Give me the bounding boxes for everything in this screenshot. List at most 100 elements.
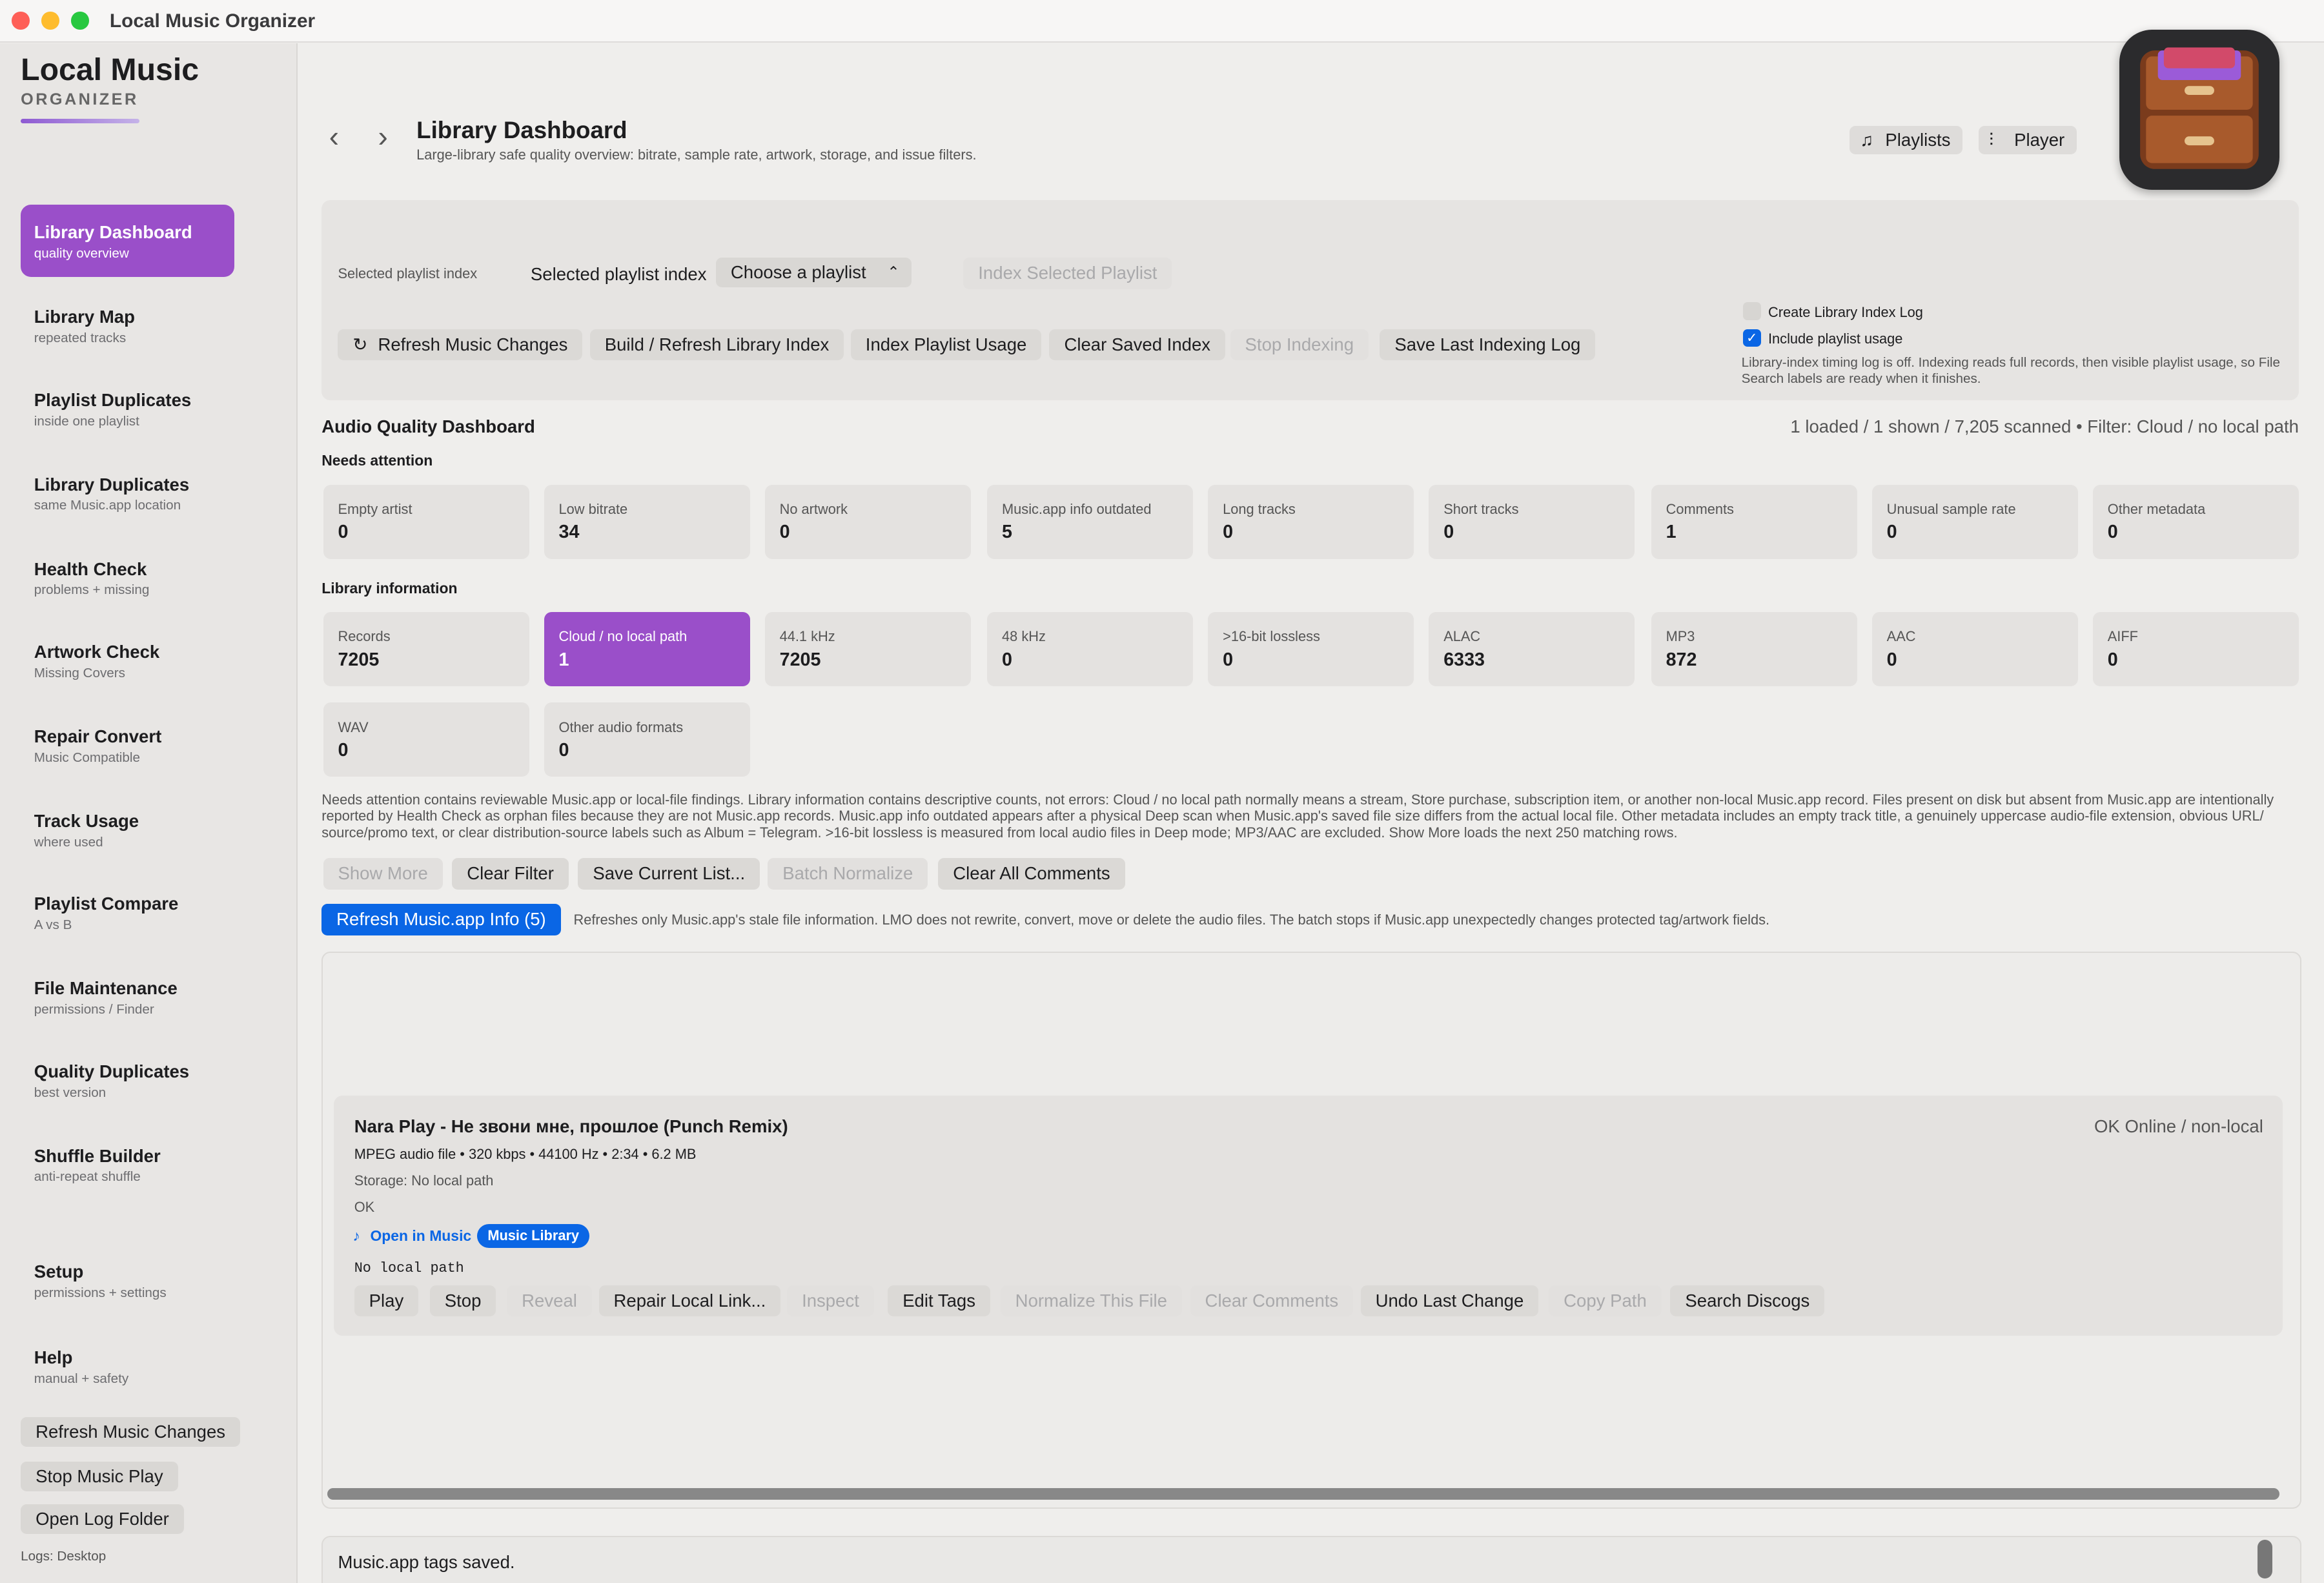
stat-card-no-artwork[interactable]: No artwork 0 <box>764 484 971 559</box>
back-arrow-icon[interactable]: ‹ <box>329 119 339 154</box>
sidebar-item-quality-duplicates[interactable]: Quality Duplicates best version <box>21 1043 234 1116</box>
stop-indexing-button[interactable]: Stop Indexing <box>1230 329 1369 360</box>
stop-button[interactable]: Stop <box>429 1285 496 1316</box>
refresh-music-changes-main-button[interactable]: ↻ Refresh Music Changes <box>338 329 583 360</box>
stat-card-unusual-sample-rate[interactable]: Unusual sample rate 0 <box>1871 484 2078 559</box>
sidebar-item-playlist-duplicates[interactable]: Playlist Duplicates inside one playlist <box>21 372 234 444</box>
sidebar-item-sublabel: manual + safety <box>34 1371 129 1386</box>
open-log-folder-button[interactable]: Open Log Folder <box>21 1504 184 1535</box>
stat-card-comments[interactable]: Comments 1 <box>1651 484 1857 559</box>
stat-label: Records <box>338 628 391 645</box>
build-library-index-button[interactable]: Build / Refresh Library Index <box>589 329 844 360</box>
log-output-area <box>321 1535 2301 1583</box>
repair-local-link-button[interactable]: Repair Local Link... <box>598 1285 781 1316</box>
sidebar-item-help[interactable]: Help manual + safety <box>21 1329 234 1402</box>
stat-value: 0 <box>1223 649 1234 670</box>
stat-label: 44.1 kHz <box>779 628 835 645</box>
create-library-index-log-checkbox[interactable] <box>1742 302 1761 320</box>
normalize-this-file-button[interactable]: Normalize This File <box>1000 1285 1182 1316</box>
stat-card-other-metadata[interactable]: Other metadata 0 <box>2092 484 2299 559</box>
sidebar-item-sublabel: quality overview <box>34 246 129 261</box>
index-playlist-usage-button[interactable]: Index Playlist Usage <box>850 329 1042 360</box>
stat-label: No artwork <box>779 501 848 517</box>
stop-music-play-button[interactable]: Stop Music Play <box>21 1461 178 1491</box>
stat-card-44khz[interactable]: 44.1 kHz 7205 <box>764 612 971 686</box>
log-message: Music.app tags saved. <box>338 1551 515 1572</box>
stat-card-other-formats[interactable]: Other audio formats 0 <box>544 702 750 777</box>
horizontal-scrollbar[interactable] <box>327 1488 2280 1500</box>
sidebar-item-health-check[interactable]: Health Check problems + missing <box>21 541 234 613</box>
track-path: No local path <box>354 1260 464 1276</box>
vertical-scrollbar[interactable] <box>2257 1540 2272 1579</box>
clear-all-comments-button[interactable]: Clear All Comments <box>938 858 1125 890</box>
batch-normalize-button[interactable]: Batch Normalize <box>768 858 928 890</box>
forward-arrow-icon[interactable]: › <box>378 119 387 154</box>
sidebar-item-label: Artwork Check <box>34 642 160 662</box>
playlist-select[interactable]: Choose a playlist ⌃ <box>715 258 912 288</box>
sidebar-item-shuffle-builder[interactable]: Shuffle Builder anti-repeat shuffle <box>21 1128 234 1200</box>
save-last-indexing-log-button[interactable]: Save Last Indexing Log <box>1380 329 1596 360</box>
search-discogs-button[interactable]: Search Discogs <box>1670 1285 1825 1316</box>
play-button[interactable]: Play <box>354 1285 419 1316</box>
track-title: Nara Play - Не звони мне, прошлое (Punch… <box>354 1116 788 1136</box>
refresh-music-app-info-button[interactable]: Refresh Music.app Info (5) <box>321 904 561 935</box>
track-meta: MPEG audio file • 320 kbps • 44100 Hz • … <box>354 1145 697 1162</box>
stat-label: Music.app info outdated <box>1002 501 1152 517</box>
include-playlist-usage-checkbox[interactable]: ✓ <box>1742 329 1761 347</box>
player-label: Player <box>2014 130 2065 150</box>
stat-card-records[interactable]: Records 7205 <box>323 612 529 686</box>
show-more-button[interactable]: Show More <box>323 858 443 890</box>
undo-last-change-button[interactable]: Undo Last Change <box>1360 1285 1539 1316</box>
stat-card-alac[interactable]: ALAC 6333 <box>1429 612 1635 686</box>
stat-card-aac[interactable]: AAC 0 <box>1871 612 2078 686</box>
index-selected-playlist-button[interactable]: Index Selected Playlist <box>963 258 1172 289</box>
clear-comments-button[interactable]: Clear Comments <box>1190 1285 1354 1316</box>
dashboard-explanation: Needs attention contains reviewable Musi… <box>321 792 2274 841</box>
copy-path-button[interactable]: Copy Path <box>1549 1285 1662 1316</box>
minimize-window-button[interactable] <box>41 12 59 30</box>
sidebar-item-sublabel: Music Compatible <box>34 750 140 765</box>
stat-value: 0 <box>558 739 569 761</box>
edit-tags-button[interactable]: Edit Tags <box>888 1285 990 1316</box>
stat-card-mp3[interactable]: MP3 872 <box>1651 612 1857 686</box>
chevron-updown-icon: ⌃ <box>887 263 900 281</box>
app-window: Local Music Organizer Local Music ORGANI… <box>0 0 2324 1583</box>
stat-value: 0 <box>1886 649 1897 670</box>
inspect-button[interactable]: Inspect <box>787 1285 874 1316</box>
open-in-music-link[interactable]: ♪ Open in Music <box>352 1227 471 1245</box>
stat-card-low-bitrate[interactable]: Low bitrate 34 <box>544 484 750 559</box>
stat-card-aiff[interactable]: AIFF 0 <box>2092 612 2299 686</box>
stat-card-wav[interactable]: WAV 0 <box>323 702 529 777</box>
save-current-list-button[interactable]: Save Current List... <box>578 858 760 890</box>
zoom-window-button[interactable] <box>71 12 89 30</box>
sidebar-item-library-dashboard[interactable]: Library Dashboard quality overview <box>21 204 234 278</box>
sidebar-item-playlist-compare[interactable]: Playlist Compare A vs B <box>21 876 234 948</box>
refresh-info-note: Refreshes only Music.app's stale file in… <box>573 911 1770 928</box>
stat-card-hires-lossless[interactable]: >16-bit lossless 0 <box>1208 612 1414 686</box>
sidebar-item-library-duplicates[interactable]: Library Duplicates same Music.app locati… <box>21 456 234 529</box>
stat-card-short-tracks[interactable]: Short tracks 0 <box>1429 484 1635 559</box>
stat-card-long-tracks[interactable]: Long tracks 0 <box>1208 484 1414 559</box>
stat-card-48khz[interactable]: 48 kHz 0 <box>987 612 1194 686</box>
sidebar-item-artwork-check[interactable]: Artwork Check Missing Covers <box>21 624 234 697</box>
sidebar-item-repair-convert[interactable]: Repair Convert Music Compatible <box>21 708 234 781</box>
sidebar-item-sublabel: inside one playlist <box>34 413 139 429</box>
player-button[interactable]: ⫶ Player <box>1979 126 2077 154</box>
reveal-button[interactable]: Reveal <box>507 1285 592 1316</box>
clear-saved-index-button[interactable]: Clear Saved Index <box>1049 329 1226 360</box>
sidebar-item-library-map[interactable]: Library Map repeated tracks <box>21 289 234 362</box>
refresh-music-changes-button[interactable]: Refresh Music Changes <box>21 1416 241 1447</box>
stat-card-cloud-no-local-path[interactable]: Cloud / no local path 1 <box>544 612 750 686</box>
close-window-button[interactable] <box>12 12 30 30</box>
sidebar-item-file-maintenance[interactable]: File Maintenance permissions / Finder <box>21 961 234 1033</box>
sidebar-item-sublabel: A vs B <box>34 917 72 933</box>
page-title: Library Dashboard <box>416 117 627 144</box>
sidebar-item-label: Library Dashboard <box>34 222 192 243</box>
stat-card-info-outdated[interactable]: Music.app info outdated 5 <box>987 484 1194 559</box>
sidebar-item-track-usage[interactable]: Track Usage where used <box>21 793 234 865</box>
track-storage: Storage: No local path <box>354 1172 494 1189</box>
sidebar-item-setup[interactable]: Setup permissions + settings <box>21 1243 234 1316</box>
stat-card-empty-artist[interactable]: Empty artist 0 <box>323 484 529 559</box>
clear-filter-button[interactable]: Clear Filter <box>452 858 569 890</box>
playlists-button[interactable]: ♫ Playlists <box>1850 126 1962 154</box>
